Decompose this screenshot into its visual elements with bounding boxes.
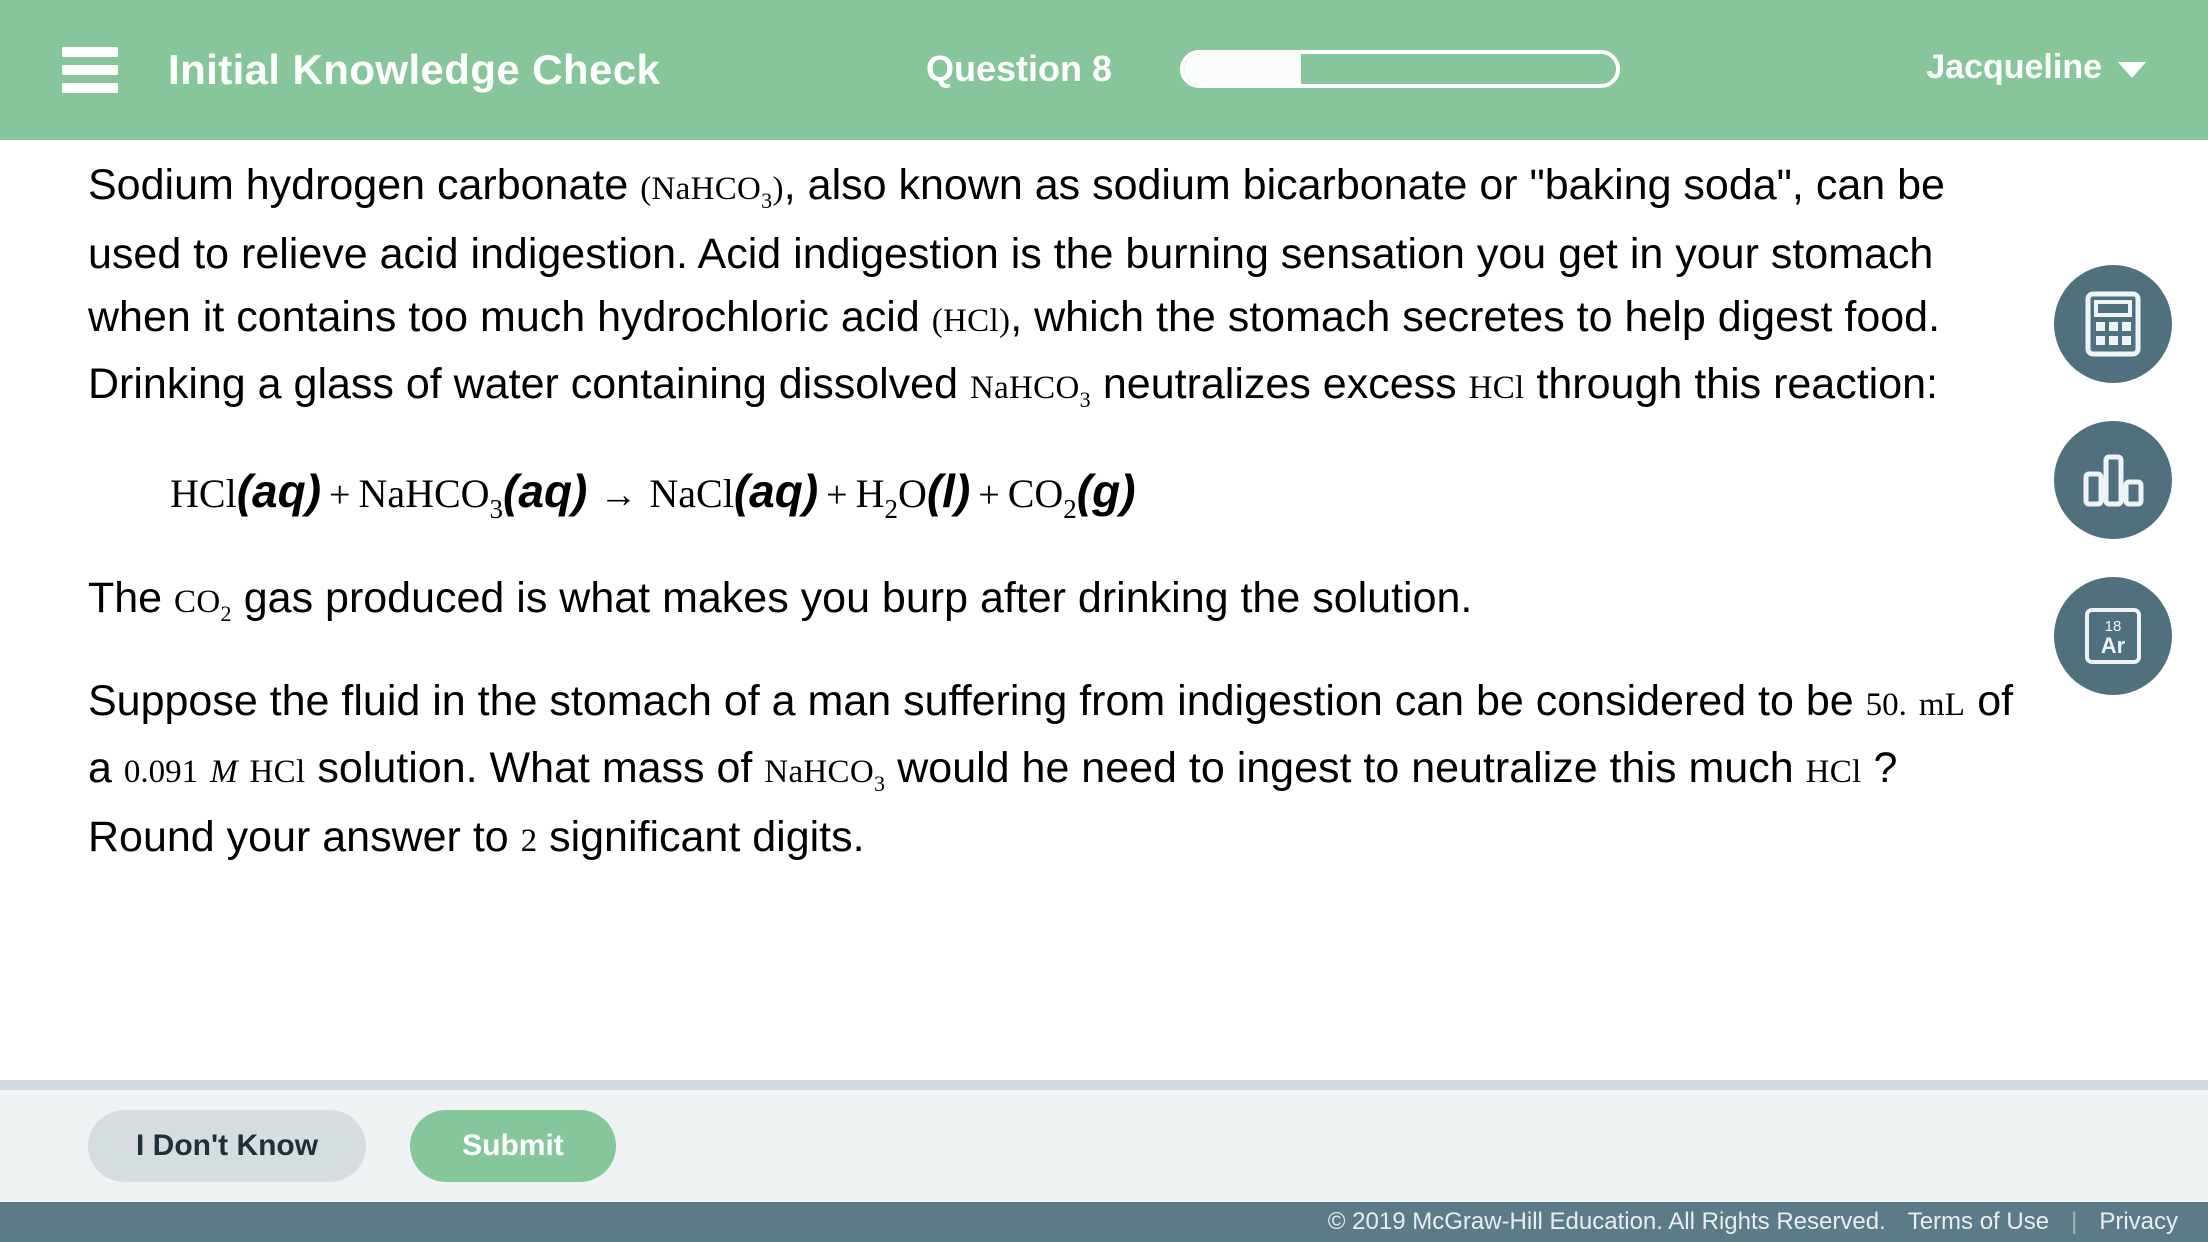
product-3-state: (g) bbox=[1076, 465, 1136, 517]
footer-divider: | bbox=[2071, 1208, 2078, 1235]
formula-subscript: 2 bbox=[884, 494, 898, 524]
question-paragraph-1: Sodium hydrogen carbonate (NaHCO3), also… bbox=[88, 154, 2028, 422]
periodic-table-icon: 18 Ar bbox=[2085, 608, 2141, 664]
p2-text-b: gas produced is what makes you burp afte… bbox=[231, 574, 1473, 622]
product-1-formula: NaCl bbox=[649, 471, 734, 516]
p3-text-a: Suppose the fluid in the stomach of a ma… bbox=[88, 677, 1866, 725]
formula-nahco3-2: NaHCO3 bbox=[969, 370, 1091, 412]
reactant-1-formula: HCl bbox=[170, 471, 237, 516]
sigfig-value: 2 bbox=[520, 823, 538, 859]
terms-of-use-link[interactable]: Terms of Use bbox=[1908, 1208, 2049, 1236]
hamburger-menu-icon[interactable] bbox=[62, 47, 118, 93]
formula-nahco3-3: NaHCO3 bbox=[764, 754, 885, 796]
volume-value: 50. bbox=[1865, 687, 1907, 723]
element-symbol: Ar bbox=[2101, 633, 2126, 658]
page-title: Initial Knowledge Check bbox=[168, 46, 661, 93]
paren-open: ( bbox=[931, 303, 944, 339]
copyright-text: © 2019 McGraw-Hill Education. All Rights… bbox=[1327, 1208, 1886, 1235]
volume-unit: mL bbox=[1918, 687, 1966, 723]
formula-co2: CO2 bbox=[174, 584, 232, 626]
paren-close: ) bbox=[998, 303, 1011, 339]
quiz-progress-fill bbox=[1184, 54, 1301, 84]
formula-subscript: 2 bbox=[220, 601, 232, 626]
formula-hcl-1: (HCl) bbox=[932, 303, 1011, 339]
formula-hcl-2: HCl bbox=[1469, 370, 1525, 406]
calculator-icon bbox=[2085, 291, 2141, 357]
formula-text: NaHCO bbox=[651, 171, 762, 207]
tool-palette: 18 Ar bbox=[2054, 265, 2172, 695]
formula-subscript: 2 bbox=[1063, 494, 1077, 524]
p3-text-d: would he need to ingest to neutralize th… bbox=[885, 744, 1806, 792]
formula-subscript: 3 bbox=[873, 771, 886, 796]
p1-text-e: through this reaction: bbox=[1524, 360, 1939, 408]
formula-subscript: 3 bbox=[489, 494, 504, 524]
app-header: Initial Knowledge Check Question 8 Jacqu… bbox=[0, 0, 2208, 140]
bar-chart-icon bbox=[2083, 454, 2144, 507]
formula-nahco3-1: (NaHCO3) bbox=[640, 171, 784, 213]
user-menu[interactable]: Jacqueline bbox=[1926, 48, 2146, 87]
p3-text-c: solution. What mass of bbox=[305, 744, 765, 792]
hamburger-bar-2 bbox=[62, 65, 118, 75]
hamburger-bar-3 bbox=[62, 83, 118, 93]
formula-text: HCl bbox=[943, 303, 999, 339]
reactant-1-state: (aq) bbox=[236, 465, 322, 517]
question-paragraph-3: Suppose the fluid in the stomach of a ma… bbox=[88, 670, 2028, 873]
paren-open: ( bbox=[640, 171, 652, 207]
question-body: Sodium hydrogen carbonate (NaHCO3), also… bbox=[88, 154, 2028, 873]
content-separator bbox=[0, 1080, 2208, 1090]
formula-text: CO bbox=[174, 584, 221, 620]
plus-operator-2: + bbox=[826, 474, 848, 516]
chemical-equation: HCl(aq) + NaHCO3(aq) → NaCl(aq) + H2O(l) + CO2(g… bbox=[170, 456, 2028, 533]
formula-text: HCl bbox=[1468, 370, 1525, 406]
plus-operator-3: + bbox=[978, 474, 1000, 516]
reactant-2-state: (aq) bbox=[503, 465, 588, 517]
question-paragraph-2: The CO2 gas produced is what makes you b… bbox=[88, 567, 2028, 636]
data-chart-tool-button[interactable] bbox=[2054, 421, 2172, 539]
p1-text-a: Sodium hydrogen carbonate bbox=[88, 161, 641, 209]
formula-subscript: 3 bbox=[761, 188, 773, 213]
formula-text: NaHCO bbox=[969, 370, 1080, 406]
chevron-down-icon bbox=[2118, 62, 2146, 78]
molarity-unit: M bbox=[210, 754, 238, 790]
i-dont-know-button[interactable]: I Don't Know bbox=[88, 1110, 367, 1182]
submit-button[interactable]: Submit bbox=[410, 1110, 616, 1182]
periodic-table-tool-button[interactable]: 18 Ar bbox=[2054, 577, 2172, 695]
p3-text-f: significant digits. bbox=[537, 813, 865, 861]
paren-close: ) bbox=[772, 171, 784, 207]
product-2-formula: H2O bbox=[855, 471, 927, 524]
formula-text: NaHCO bbox=[358, 471, 490, 516]
reactant-2-formula: NaHCO3 bbox=[358, 471, 503, 524]
concentration-value: 0.091 bbox=[123, 754, 199, 790]
page-footer: © 2019 McGraw-Hill Education. All Rights… bbox=[0, 1202, 2208, 1242]
formula-hcl-4: HCl bbox=[1805, 754, 1862, 790]
p1-text-d: neutralizes excess bbox=[1090, 360, 1469, 408]
action-bar: I Don't Know Submit bbox=[0, 1090, 2208, 1202]
privacy-link[interactable]: Privacy bbox=[2099, 1208, 2178, 1236]
question-content-area: Sodium hydrogen carbonate (NaHCO3), also… bbox=[0, 140, 2208, 1080]
formula-hcl-3: HCl bbox=[249, 754, 306, 790]
product-1-state: (aq) bbox=[733, 465, 819, 517]
formula-text: NaHCO bbox=[764, 754, 874, 790]
hamburger-bar-1 bbox=[62, 47, 118, 57]
plus-operator-1: + bbox=[329, 474, 351, 516]
product-2-state: (l) bbox=[926, 465, 971, 517]
formula-text: CO bbox=[1007, 471, 1064, 516]
quiz-progress-bar bbox=[1180, 50, 1620, 88]
p2-text-a: The bbox=[88, 574, 175, 622]
formula-text: H bbox=[855, 471, 885, 516]
calculator-tool-button[interactable] bbox=[2054, 265, 2172, 383]
formula-text-b: O bbox=[897, 471, 927, 516]
reaction-arrow-icon: → bbox=[599, 474, 638, 516]
user-name-label: Jacqueline bbox=[1926, 48, 2102, 86]
question-number-label: Question 8 bbox=[926, 48, 1113, 89]
product-3-formula: CO2 bbox=[1007, 471, 1077, 524]
formula-subscript: 3 bbox=[1079, 387, 1091, 412]
